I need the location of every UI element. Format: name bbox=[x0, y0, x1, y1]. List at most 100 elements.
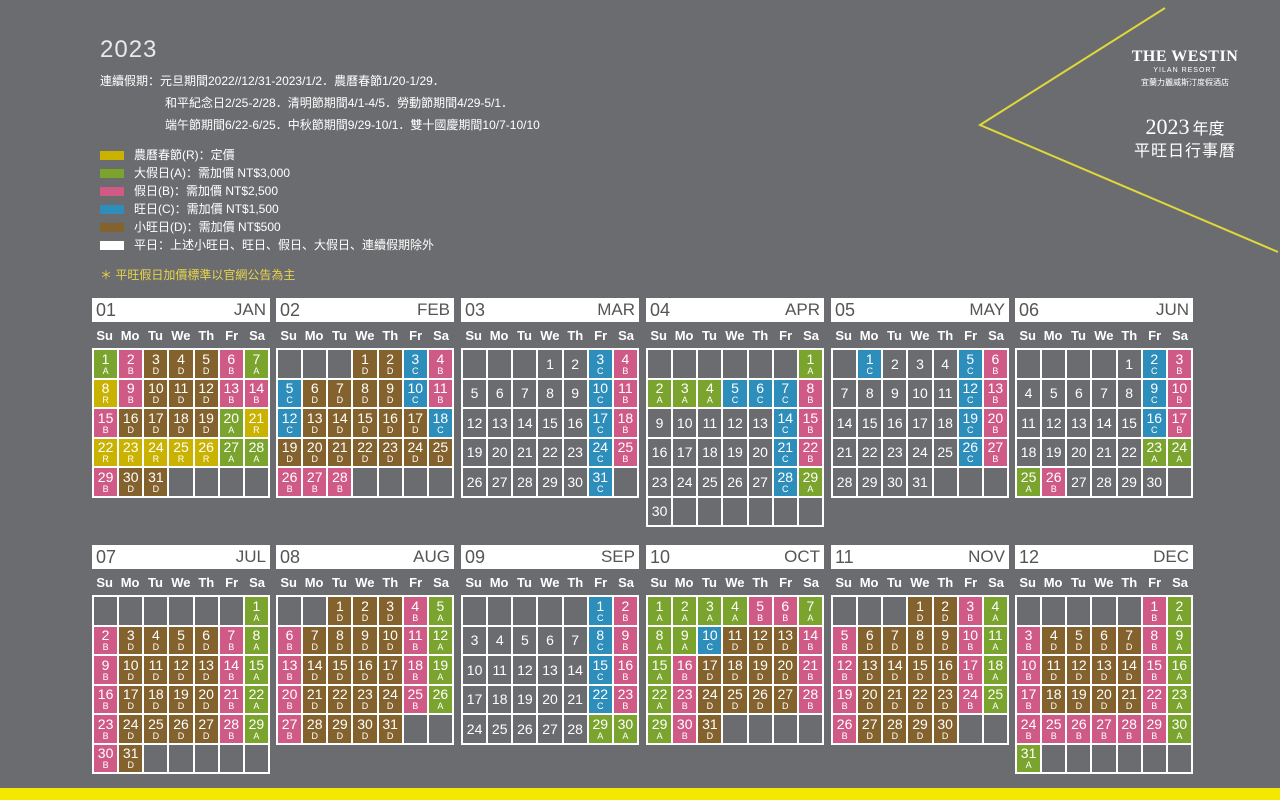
day-cell: 28 bbox=[833, 468, 859, 498]
day-cell: 30 A bbox=[1167, 715, 1193, 745]
day-number: 16 bbox=[651, 444, 668, 461]
day-number: 13 bbox=[281, 656, 298, 673]
day-code: D bbox=[916, 701, 924, 712]
day-code: B bbox=[681, 671, 688, 682]
day-code: A bbox=[622, 730, 629, 741]
day-code: D bbox=[202, 730, 210, 741]
day-cell: 7D bbox=[303, 626, 329, 656]
day-cell: 26 B bbox=[833, 715, 859, 745]
day-code: C bbox=[706, 642, 714, 653]
month-number: 09 bbox=[465, 546, 486, 567]
day-number: 2 bbox=[386, 350, 395, 367]
weekday-label: Su bbox=[96, 327, 113, 343]
day-number: 11 bbox=[1046, 656, 1061, 673]
weekday-label: Tu bbox=[1071, 327, 1086, 343]
day-cell: 31 D bbox=[119, 744, 145, 774]
day-code: B bbox=[841, 701, 848, 712]
day-number: 19 bbox=[198, 409, 214, 426]
day-code: D bbox=[941, 671, 949, 682]
day-cell: 23 R bbox=[119, 438, 145, 468]
day-cell: 1A bbox=[244, 597, 270, 627]
weekday-label: Mo bbox=[489, 574, 509, 590]
day-number: 25 bbox=[173, 439, 189, 456]
day-cell: 30 D bbox=[353, 715, 379, 745]
day-number: 22 bbox=[248, 686, 265, 703]
legend-swatch bbox=[100, 222, 124, 232]
weekday-label: Mo bbox=[120, 574, 140, 590]
day-code: A bbox=[1151, 454, 1158, 465]
day-number: 7 bbox=[227, 627, 236, 644]
month-name: SEP bbox=[600, 547, 635, 566]
day-cell: 17 D bbox=[119, 685, 145, 715]
day-number: 20 bbox=[861, 686, 878, 703]
day-number: 8 bbox=[916, 627, 924, 644]
empty-cell bbox=[378, 468, 404, 498]
day-number: 26 bbox=[727, 473, 743, 490]
day-cell: 6B bbox=[278, 626, 304, 656]
day-number: 22 bbox=[861, 444, 878, 461]
day-number: 8 bbox=[1125, 385, 1134, 402]
day-cell: 24 R bbox=[144, 438, 170, 468]
day-number: 31 bbox=[592, 468, 609, 485]
day-code: A bbox=[992, 612, 999, 623]
day-number: 13 bbox=[542, 661, 558, 678]
day-number: 4 bbox=[621, 350, 630, 367]
day-number: 9 bbox=[621, 627, 630, 644]
weekday-label: Sa bbox=[618, 574, 634, 590]
day-cell: 1C bbox=[858, 350, 884, 380]
day-number: 21 bbox=[567, 691, 583, 708]
day-number: 17 bbox=[466, 691, 483, 708]
day-number: 12 bbox=[727, 414, 743, 431]
day-number: 25 bbox=[617, 439, 634, 456]
day-cell: 29 bbox=[1117, 468, 1143, 498]
empty-cell bbox=[244, 744, 270, 774]
empty-cell bbox=[698, 350, 724, 380]
day-code: D bbox=[177, 365, 185, 376]
day-code: D bbox=[177, 395, 185, 406]
day-cell: 28 A bbox=[244, 438, 270, 468]
weekday-label: We bbox=[1094, 574, 1114, 590]
day-code: A bbox=[656, 612, 663, 623]
day-number: 9 bbox=[126, 380, 135, 397]
day-cell: 3A bbox=[698, 597, 724, 627]
day-number: 2 bbox=[1150, 350, 1159, 367]
day-number: 3 bbox=[596, 350, 605, 367]
empty-cell bbox=[563, 597, 589, 627]
day-cell: 4 bbox=[488, 626, 514, 656]
day-number: 11 bbox=[702, 414, 718, 431]
day-number: 20 bbox=[198, 686, 214, 703]
day-cell: 29 B bbox=[1142, 715, 1168, 745]
day-number: 6 bbox=[285, 627, 294, 644]
day-cell: 25 B bbox=[403, 685, 429, 715]
day-number: 21 bbox=[1096, 444, 1112, 461]
day-code: A bbox=[992, 701, 999, 712]
month-jan: 01 JAN Su Mo Tu We Th Fr Sa 1 A 2 B 3 D 4 D 5 D 6 B 7 A 8 R 9 B 10 D… bbox=[92, 298, 270, 498]
day-number: 26 bbox=[466, 473, 483, 490]
empty-cell bbox=[328, 350, 354, 380]
day-cell: 15 C bbox=[588, 656, 614, 686]
day-number: 9 bbox=[571, 385, 580, 402]
pricing-note: ＊ 平旺假日加價標準以官網公告為主 bbox=[100, 268, 296, 282]
weekday-row: Su Mo Tu We Th Fr Sa bbox=[276, 322, 454, 348]
day-cell: 1D bbox=[908, 597, 934, 627]
day-code: B bbox=[1126, 730, 1133, 741]
day-code: D bbox=[412, 424, 419, 435]
day-number: 14 bbox=[306, 656, 323, 673]
day-number: 11 bbox=[173, 380, 189, 397]
day-cell: 7A bbox=[798, 597, 824, 627]
day-code: D bbox=[311, 642, 318, 653]
day-cell: 2 bbox=[563, 350, 589, 380]
weekday-label: Tu bbox=[702, 574, 717, 590]
day-code: B bbox=[127, 395, 134, 406]
legend: 農曆春節(R)：定價 大假日(A)：需加價 NT$3,000 假日(B)：需加價… bbox=[100, 146, 434, 254]
empty-cell bbox=[1017, 350, 1043, 380]
day-code: C bbox=[597, 612, 604, 623]
day-code: C bbox=[597, 701, 604, 712]
day-number: 15 bbox=[357, 409, 373, 426]
day-code: D bbox=[437, 454, 444, 465]
day-number: 24 bbox=[962, 686, 979, 703]
day-code: D bbox=[1100, 701, 1108, 712]
weekday-label: Th bbox=[567, 327, 584, 343]
empty-cell bbox=[194, 744, 220, 774]
day-cell: 6 bbox=[1067, 379, 1093, 409]
